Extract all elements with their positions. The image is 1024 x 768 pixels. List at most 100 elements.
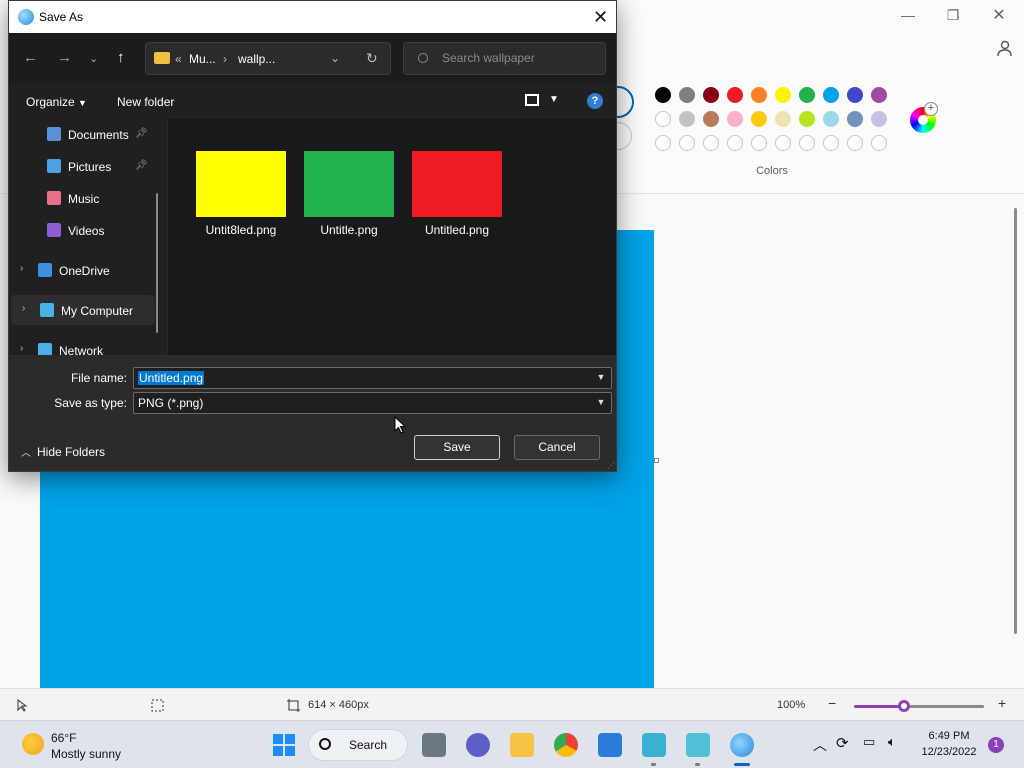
maximize-button[interactable]: ❐: [930, 4, 976, 26]
hide-folders-button[interactable]: ︿ Hide Folders: [21, 444, 105, 459]
custom-color-slot[interactable]: [655, 135, 671, 151]
zoom-slider[interactable]: [854, 705, 984, 708]
save-as-type-select[interactable]: PNG (*.png) ▼: [133, 392, 612, 414]
app-icon[interactable]: [686, 733, 710, 757]
save-as-type-chevron-icon[interactable]: ▼: [595, 397, 607, 409]
dialog-title-bar[interactable]: Save As ✕: [9, 1, 616, 33]
breadcrumb-segment[interactable]: wallp...: [238, 52, 275, 66]
color-swatch[interactable]: [679, 111, 695, 127]
save-button[interactable]: Save: [414, 435, 500, 460]
expand-chevron-icon[interactable]: ›: [20, 343, 23, 354]
organize-menu[interactable]: Organize ▼: [26, 95, 87, 109]
file-name-value[interactable]: Untitled.png: [138, 371, 205, 385]
zoom-percent[interactable]: 100%: [777, 699, 805, 711]
sidebar-item-videos[interactable]: Videos: [9, 215, 159, 245]
custom-color-slot[interactable]: [847, 135, 863, 151]
color-swatch[interactable]: [703, 87, 719, 103]
up-arrow-icon[interactable]: ↑: [117, 49, 125, 66]
recent-locations-chevron-icon[interactable]: ⌄: [89, 52, 98, 65]
close-button[interactable]: ✕: [976, 4, 1022, 26]
expand-chevron-icon[interactable]: ›: [20, 263, 23, 274]
refresh-icon[interactable]: ↻: [366, 50, 378, 67]
color-swatch[interactable]: [823, 111, 839, 127]
share-icon[interactable]: [994, 40, 1012, 58]
custom-color-slot[interactable]: [751, 135, 767, 151]
color-swatch[interactable]: [751, 87, 767, 103]
chrome-icon[interactable]: [554, 733, 578, 757]
show-hidden-icons-chevron-icon[interactable]: ︿: [813, 735, 827, 755]
expand-chevron-icon[interactable]: ›: [22, 303, 25, 314]
color-swatch[interactable]: [871, 87, 887, 103]
color-swatch[interactable]: [847, 87, 863, 103]
view-options-icon[interactable]: [525, 94, 539, 106]
custom-color-slot[interactable]: [775, 135, 791, 151]
search-wallpaper-box[interactable]: [403, 42, 606, 75]
custom-color-slot[interactable]: [679, 135, 695, 151]
color-swatch[interactable]: [679, 87, 695, 103]
forward-arrow-icon[interactable]: →: [57, 49, 72, 66]
help-icon[interactable]: ?: [587, 93, 603, 109]
paint-taskbar-icon[interactable]: [730, 733, 754, 757]
color-swatch[interactable]: [775, 111, 791, 127]
zoom-in-button[interactable]: +: [998, 695, 1006, 711]
taskbar-search[interactable]: Search: [308, 729, 408, 761]
microsoft-store-icon[interactable]: [598, 733, 622, 757]
color-swatch[interactable]: [655, 87, 671, 103]
color-swatch[interactable]: [727, 87, 743, 103]
color-swatch[interactable]: [751, 111, 767, 127]
custom-color-slot[interactable]: [727, 135, 743, 151]
file-name-dropdown-chevron-icon[interactable]: ▼: [595, 372, 607, 384]
close-icon[interactable]: ✕: [593, 7, 608, 28]
task-view-icon[interactable]: [422, 733, 446, 757]
view-chevron-down-icon[interactable]: ▼: [549, 94, 559, 105]
custom-color-slot[interactable]: [871, 135, 887, 151]
breadcrumb-segment[interactable]: Mu...: [189, 52, 216, 66]
minimize-button[interactable]: —: [885, 4, 931, 26]
start-windows-icon[interactable]: [272, 733, 296, 757]
color-swatch[interactable]: [727, 111, 743, 127]
canvas-resize-handle[interactable]: [654, 458, 659, 463]
color-swatch[interactable]: [703, 111, 719, 127]
file-name-field[interactable]: Untitled.png ▼: [133, 367, 612, 389]
weather-sunny-icon[interactable]: [22, 733, 44, 755]
file-item[interactable]: Untitle.png: [297, 151, 401, 237]
sync-icon[interactable]: ⟳: [836, 734, 849, 752]
color-swatch[interactable]: [799, 87, 815, 103]
notification-badge[interactable]: 1: [988, 737, 1004, 753]
sidebar-item-onedrive[interactable]: › OneDrive: [9, 255, 159, 285]
chat-icon[interactable]: [466, 733, 490, 757]
sidebar-item-documents[interactable]: Documents 📌︎: [9, 119, 159, 149]
file-item[interactable]: Untitled.png: [405, 151, 509, 237]
sidebar-item-network[interactable]: › Network: [9, 335, 159, 355]
clock-date[interactable]: 12/23/2022: [916, 746, 982, 758]
color-swatch[interactable]: [847, 111, 863, 127]
color-swatch[interactable]: [871, 111, 887, 127]
back-arrow-icon[interactable]: ←: [23, 49, 38, 66]
sidebar-item-music[interactable]: Music: [9, 183, 159, 213]
color-swatch[interactable]: [823, 87, 839, 103]
weather-description[interactable]: Mostly sunny: [51, 747, 121, 761]
custom-color-slot[interactable]: [823, 135, 839, 151]
zoom-out-button[interactable]: −: [828, 695, 836, 711]
custom-color-slot[interactable]: [655, 111, 671, 127]
new-folder-button[interactable]: New folder: [117, 95, 174, 109]
canvas-scrollbar[interactable]: [1014, 208, 1017, 634]
network-icon[interactable]: ▭: [863, 734, 875, 750]
resize-grip-icon[interactable]: ⋰: [607, 461, 615, 470]
color-swatch[interactable]: [799, 111, 815, 127]
zoom-slider-thumb[interactable]: [898, 700, 910, 712]
file-explorer-icon[interactable]: [510, 733, 534, 757]
address-overflow[interactable]: «: [175, 52, 182, 66]
cancel-button[interactable]: Cancel: [514, 435, 600, 460]
address-dropdown-chevron-icon[interactable]: ⌄: [330, 51, 340, 65]
search-input[interactable]: [442, 51, 592, 65]
custom-color-slot[interactable]: [799, 135, 815, 151]
clock-time[interactable]: 6:49 PM: [918, 730, 980, 742]
color-swatch[interactable]: [775, 87, 791, 103]
sidebar-item-my-computer[interactable]: › My Computer: [11, 295, 155, 325]
add-color-icon[interactable]: +: [924, 102, 938, 116]
custom-color-slot[interactable]: [703, 135, 719, 151]
volume-icon[interactable]: 🔈︎: [888, 734, 896, 750]
file-item[interactable]: Untit8led.png: [189, 151, 293, 237]
sidebar-item-pictures[interactable]: Pictures 📌︎: [9, 151, 159, 181]
